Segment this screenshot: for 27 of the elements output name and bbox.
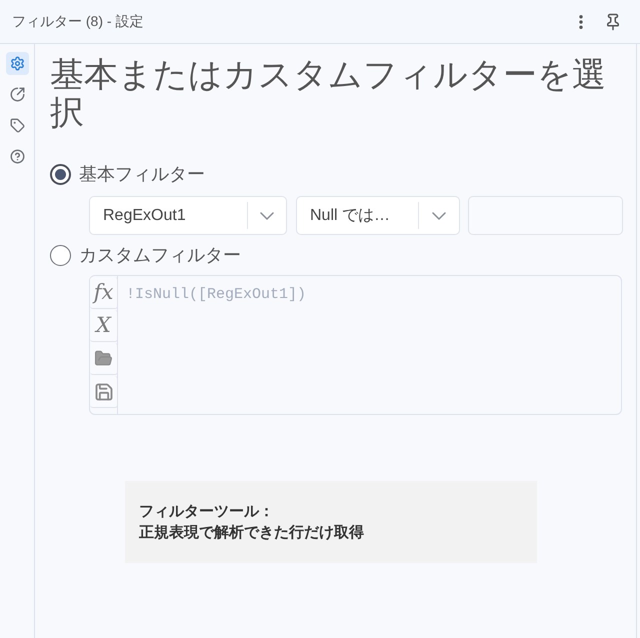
- help-icon: [10, 149, 24, 164]
- note-text: フィルターツール：: [139, 502, 275, 522]
- panel-title: フィルター (8) - 設定: [12, 12, 144, 31]
- circle-arrow-icon: [10, 87, 24, 102]
- save-button[interactable]: [90, 376, 118, 408]
- field-dropdown[interactable]: RegExOut1: [89, 196, 287, 235]
- page-heading: 基本またはカスタムフィルターを選択: [50, 56, 607, 132]
- chevron-down-icon: [260, 212, 274, 220]
- note-text: 正規表現で解析できた行だけ取得: [139, 523, 365, 543]
- option-label: カスタムフィルター: [79, 244, 241, 267]
- tag-icon: [10, 118, 24, 133]
- radio-button[interactable]: [50, 244, 71, 266]
- option-label: 基本フィルター: [79, 163, 205, 186]
- toolbar-button[interactable]: fx: [90, 277, 118, 309]
- open-folder-button[interactable]: [90, 343, 118, 375]
- operator-dropdown[interactable]: Null では…: [296, 196, 460, 235]
- expression-editor[interactable]: fx X !IsNull([RegExOut1]): [89, 275, 622, 415]
- chevron-down-icon: [432, 212, 446, 220]
- toolbar-button[interactable]: X: [90, 310, 118, 342]
- settings-icon: [10, 56, 24, 71]
- input-field[interactable]: [468, 196, 623, 235]
- pin-icon[interactable]: [604, 12, 622, 30]
- expression-code: !IsNull([RegExOut1]): [126, 286, 306, 303]
- save-icon: [94, 382, 114, 402]
- radio-button[interactable]: [50, 164, 71, 184]
- folder-icon: [94, 349, 113, 368]
- sidebar-tab[interactable]: [6, 52, 28, 75]
